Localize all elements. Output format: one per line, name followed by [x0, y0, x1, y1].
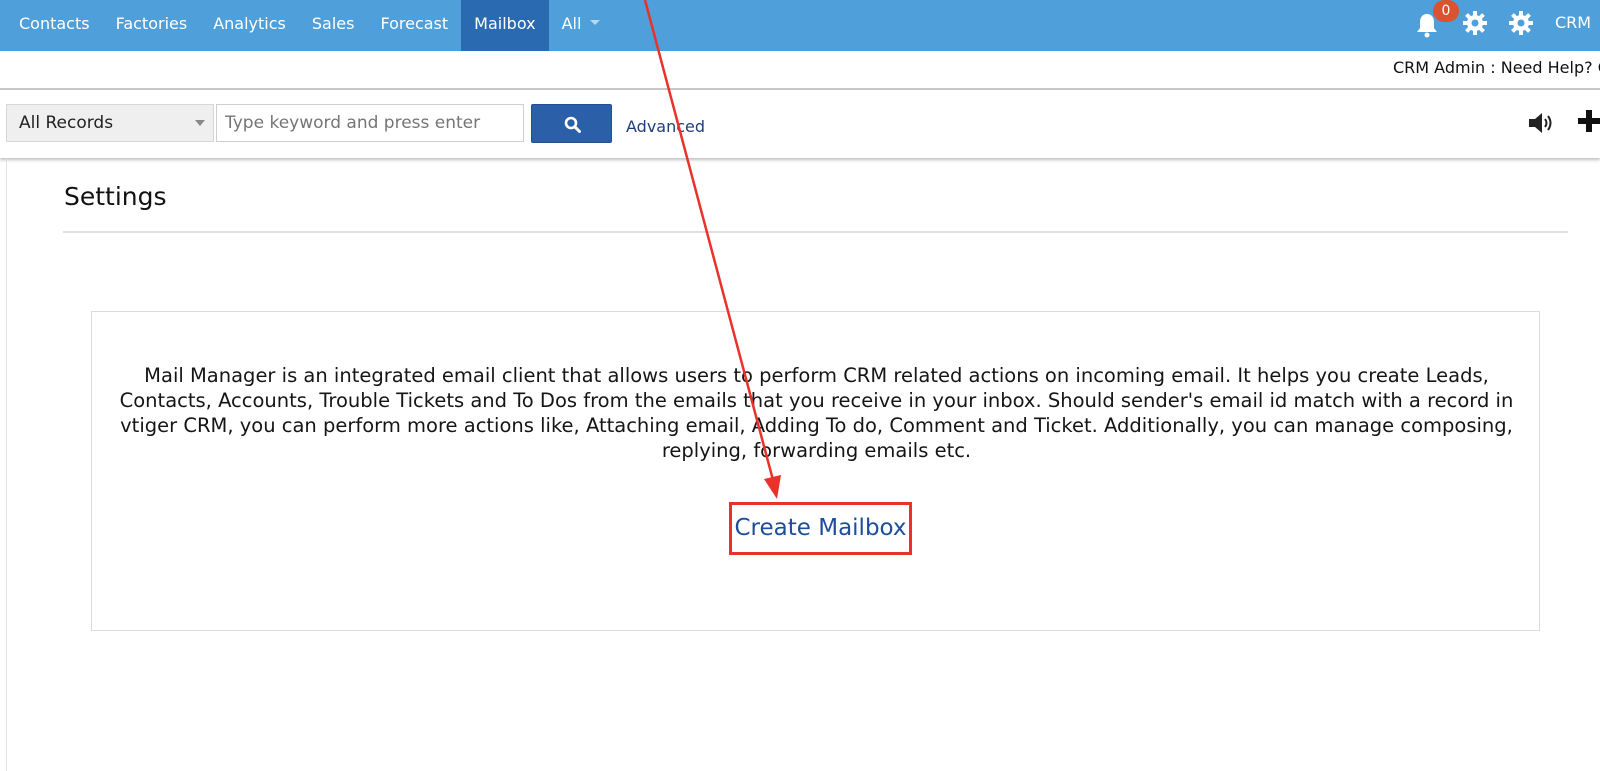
admin-help-text[interactable]: CRM Admin : Need Help? C [1393, 58, 1600, 77]
records-select-value: All Records [19, 113, 114, 133]
page-title: Settings [64, 182, 167, 211]
nav-item-label: All [561, 14, 582, 33]
speaker-icon[interactable] [1527, 110, 1555, 136]
content-border [6, 158, 7, 771]
mail-manager-description: Mail Manager is an integrated email clie… [119, 364, 1514, 462]
nav-item-label: Factories [115, 14, 188, 33]
nav-item-analytics[interactable]: Analytics [200, 0, 299, 51]
main-nav: Contacts Factories Analytics Sales Forec… [6, 0, 613, 51]
chevron-down-icon [195, 120, 205, 126]
title-divider [63, 231, 1568, 233]
create-mailbox-button[interactable]: Create Mailbox [729, 502, 912, 555]
gear-icon[interactable] [1508, 10, 1534, 36]
nav-item-forecast[interactable]: Forecast [367, 0, 461, 51]
mailbox-info-panel: Mail Manager is an integrated email clie… [91, 311, 1540, 631]
nav-item-label: Sales [311, 14, 355, 33]
nav-item-sales[interactable]: Sales [299, 0, 368, 51]
nav-item-factories[interactable]: Factories [103, 0, 201, 51]
nav-item-mailbox[interactable]: Mailbox [461, 0, 549, 51]
records-select[interactable]: All Records [6, 104, 214, 142]
advanced-search-link[interactable]: Advanced [626, 117, 705, 136]
crm-menu[interactable]: CRM [1555, 13, 1591, 32]
search-bar: All Records Advanced [0, 90, 1600, 158]
nav-item-label: Contacts [19, 14, 90, 33]
notification-badge: 0 [1433, 0, 1459, 22]
nav-item-label: Analytics [213, 14, 286, 33]
nav-item-all[interactable]: All [549, 0, 614, 51]
top-navbar: Contacts Factories Analytics Sales Forec… [0, 0, 1600, 51]
search-input[interactable] [216, 104, 524, 142]
nav-item-label: Mailbox [474, 14, 536, 33]
gear-icon[interactable] [1462, 10, 1488, 36]
nav-item-contacts[interactable]: Contacts [6, 0, 103, 51]
nav-item-label: Forecast [380, 14, 449, 33]
search-icon [564, 116, 581, 133]
user-bar: CRM Admin : Need Help? C [0, 51, 1600, 90]
chevron-down-icon [590, 20, 601, 25]
search-button[interactable] [531, 104, 612, 143]
plus-icon[interactable] [1578, 110, 1600, 132]
